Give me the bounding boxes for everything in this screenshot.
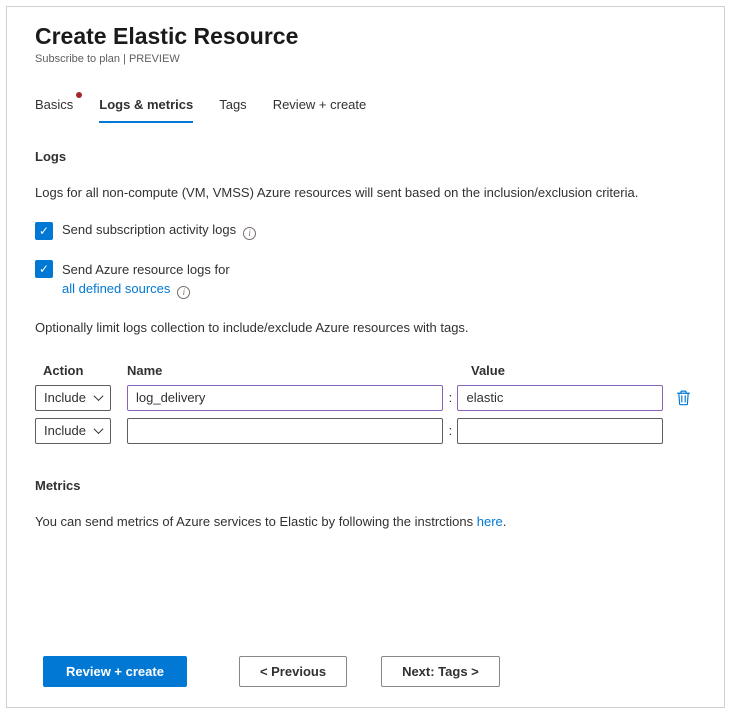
metrics-text-end: .	[503, 514, 507, 529]
action-select-value: Include	[44, 390, 86, 405]
review-create-button[interactable]: Review + create	[43, 656, 187, 687]
page-title: Create Elastic Resource	[35, 23, 696, 50]
tab-logs-metrics[interactable]: Logs & metrics	[99, 97, 193, 123]
metrics-description: You can send metrics of Azure services t…	[35, 513, 696, 531]
action-select-value: Include	[44, 423, 86, 438]
chevron-down-icon	[94, 391, 104, 401]
resource-logs-label-block: Send Azure resource logs for all defined…	[62, 260, 230, 300]
tab-tags[interactable]: Tags	[219, 97, 246, 123]
tab-basics-label: Basics	[35, 97, 73, 112]
logs-section-heading: Logs	[35, 149, 696, 164]
resource-logs-row: ✓ Send Azure resource logs for all defin…	[35, 260, 696, 300]
info-icon[interactable]: i	[177, 286, 190, 299]
metrics-text: You can send metrics of Azure services t…	[35, 514, 477, 529]
metrics-here-link[interactable]: here	[477, 514, 503, 529]
tab-review-create-label: Review + create	[273, 97, 367, 112]
activity-logs-row: ✓ Send subscription activity logsi	[35, 222, 696, 240]
tab-review-create[interactable]: Review + create	[273, 97, 367, 123]
table-row: Include :	[35, 418, 696, 444]
validation-error-dot	[76, 92, 82, 98]
name-value-separator: :	[443, 390, 457, 405]
resource-logs-label: Send Azure resource logs for	[62, 262, 230, 277]
name-value-separator: :	[443, 423, 457, 438]
tab-logs-metrics-label: Logs & metrics	[99, 97, 193, 112]
tab-basics[interactable]: Basics	[35, 97, 73, 123]
action-select[interactable]: Include	[35, 385, 111, 411]
create-elastic-resource-page: Create Elastic Resource Subscribe to pla…	[6, 6, 725, 708]
tag-value-input[interactable]	[457, 418, 663, 444]
action-select[interactable]: Include	[35, 418, 111, 444]
all-defined-sources-link[interactable]: all defined sources	[62, 281, 170, 296]
info-icon[interactable]: i	[243, 227, 256, 240]
trash-icon	[675, 389, 692, 406]
table-row: Include :	[35, 385, 696, 411]
column-header-name: Name	[127, 363, 457, 378]
tab-tags-label: Tags	[219, 97, 246, 112]
activity-logs-checkbox[interactable]: ✓	[35, 222, 53, 240]
tag-value-input[interactable]	[457, 385, 663, 411]
metrics-section-heading: Metrics	[35, 478, 696, 493]
check-icon: ✓	[39, 262, 49, 276]
activity-logs-label: Send subscription activity logsi	[62, 222, 256, 240]
logs-description: Logs for all non-compute (VM, VMSS) Azur…	[35, 184, 696, 202]
tag-name-input[interactable]	[127, 385, 443, 411]
tag-name-input[interactable]	[127, 418, 443, 444]
check-icon: ✓	[39, 224, 49, 238]
resource-logs-checkbox[interactable]: ✓	[35, 260, 53, 278]
tag-table-header: Action Name Value	[35, 363, 696, 378]
column-header-action: Action	[35, 363, 111, 378]
column-header-value: Value	[471, 363, 685, 378]
tab-bar: Basics Logs & metrics Tags Review + crea…	[35, 97, 696, 123]
page-subtitle: Subscribe to plan | PREVIEW	[35, 53, 696, 65]
delete-row-button[interactable]	[670, 385, 696, 411]
previous-button[interactable]: < Previous	[239, 656, 347, 687]
next-tags-button[interactable]: Next: Tags >	[381, 656, 500, 687]
wizard-footer: Review + create < Previous Next: Tags >	[43, 656, 500, 687]
tags-hint-text: Optionally limit logs collection to incl…	[35, 319, 696, 337]
chevron-down-icon	[94, 424, 104, 434]
tag-filter-table: Action Name Value Include :	[35, 363, 696, 444]
